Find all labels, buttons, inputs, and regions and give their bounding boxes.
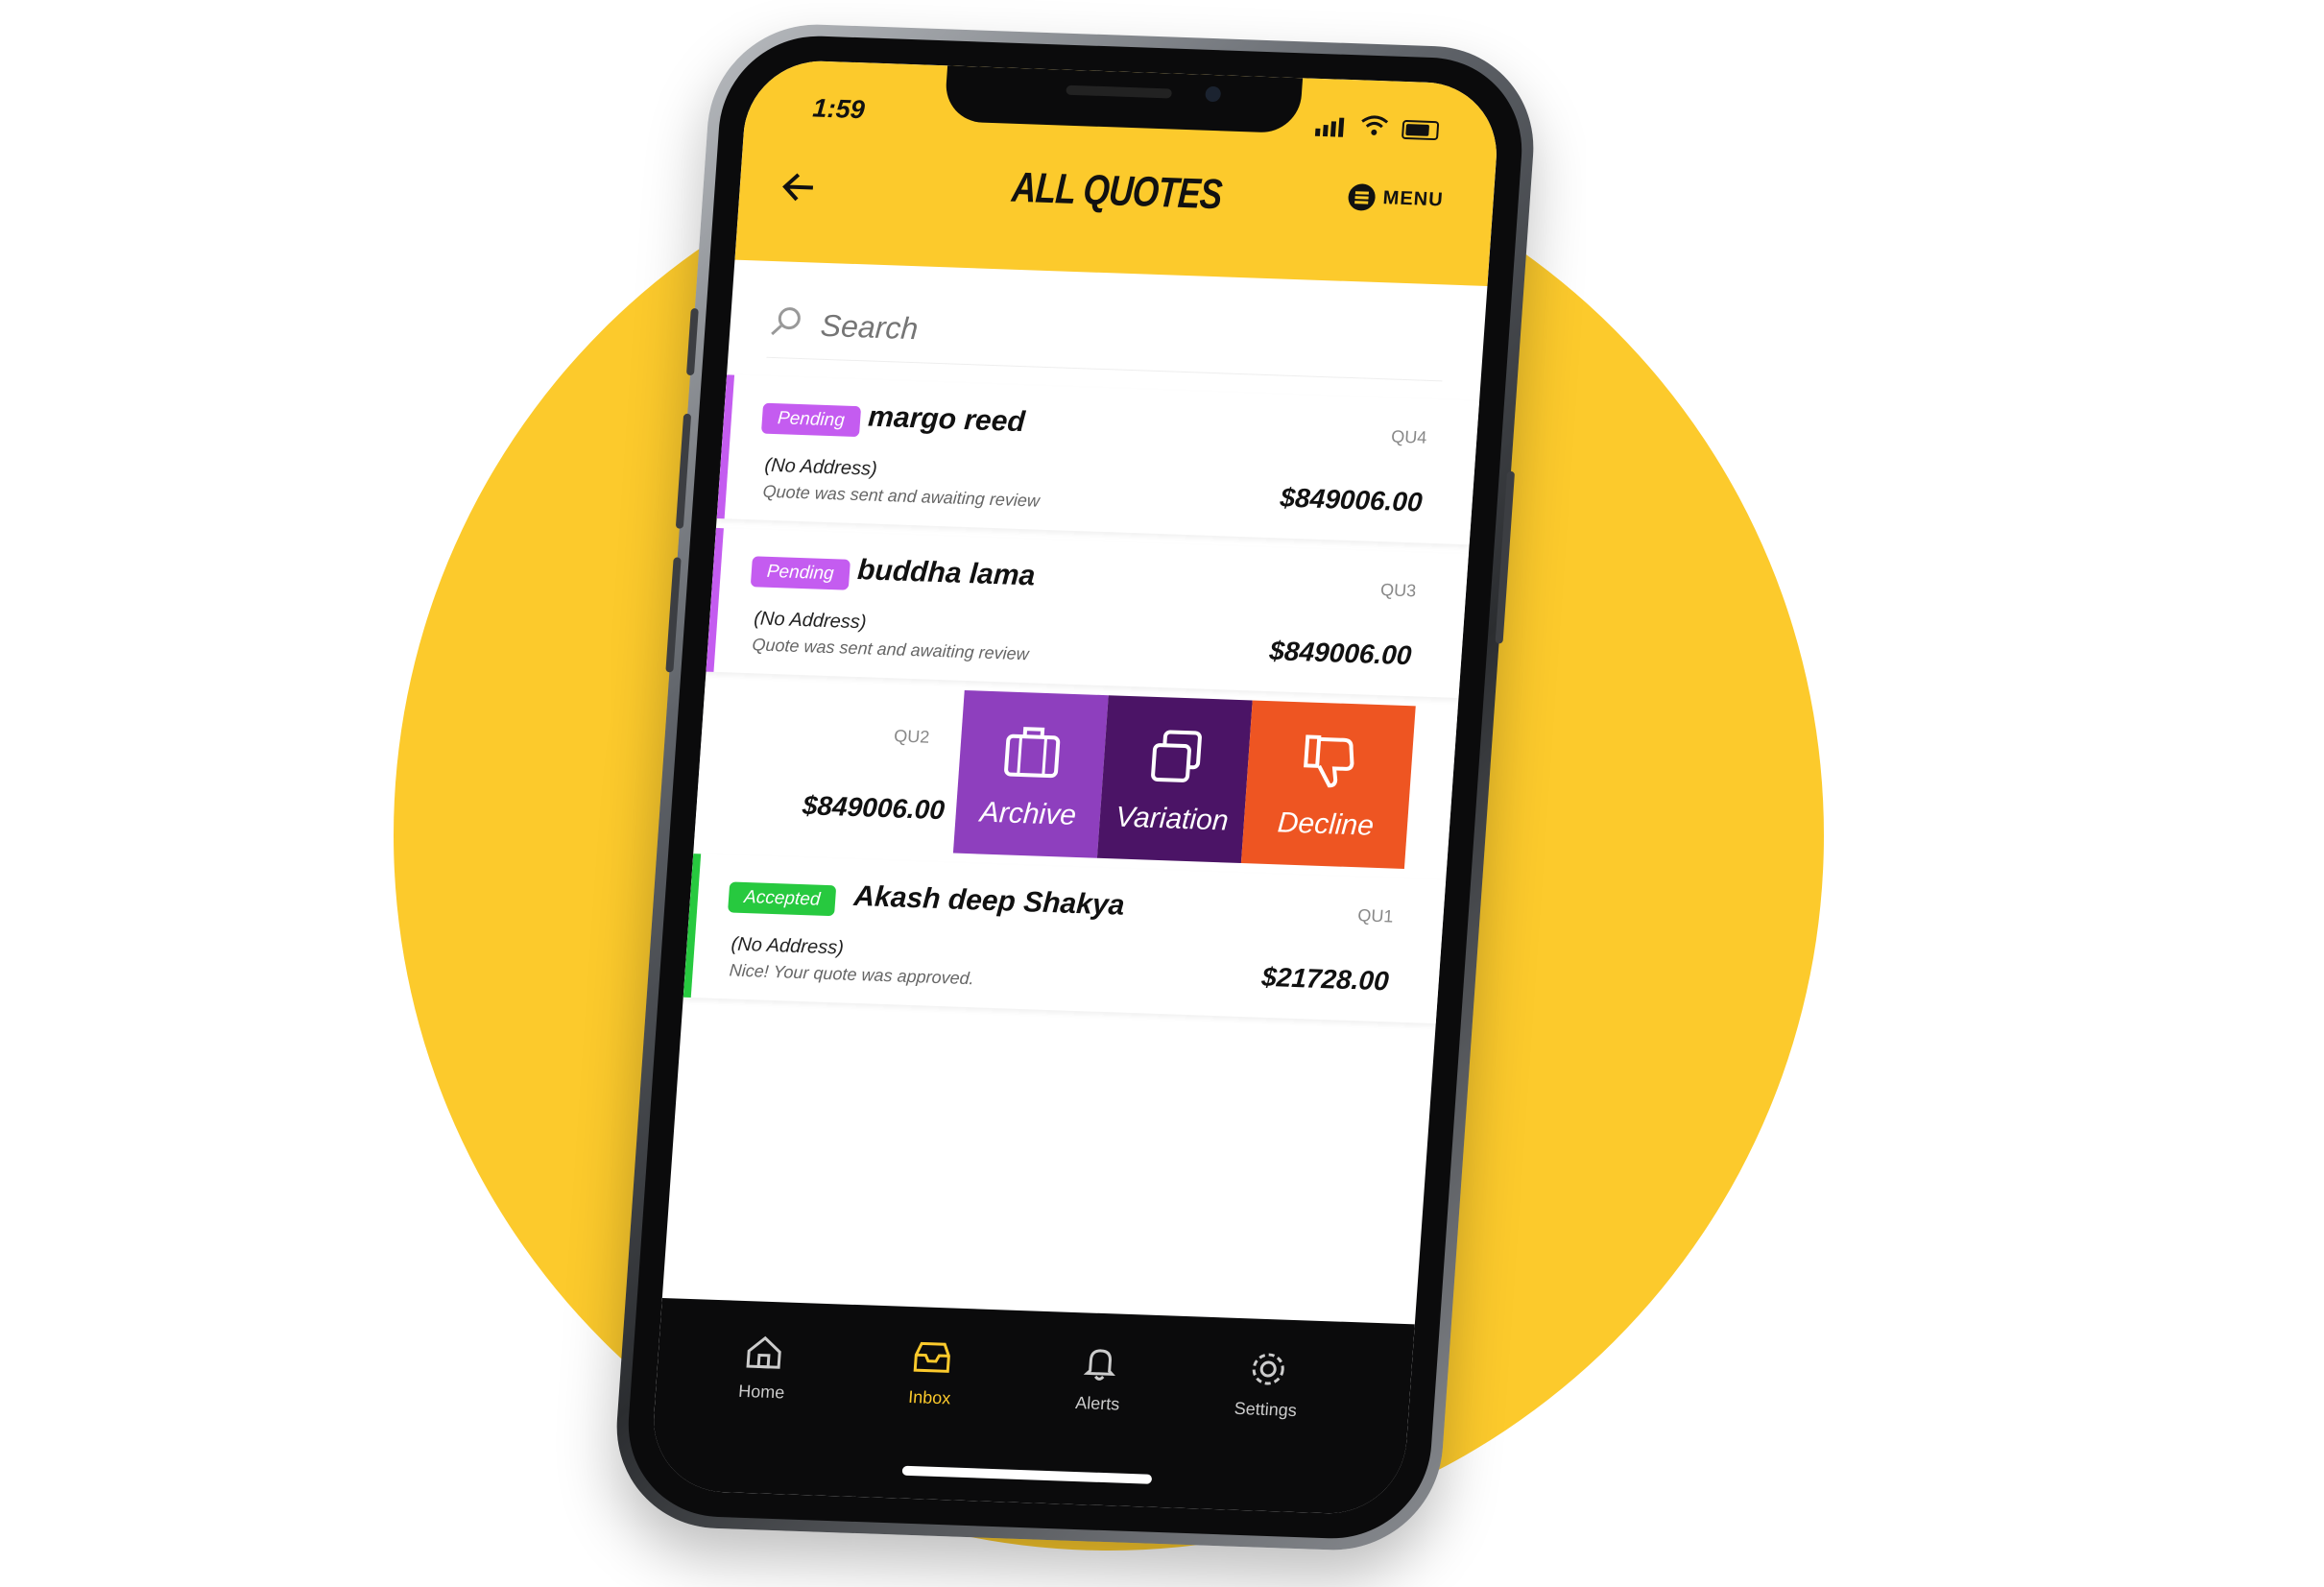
status-icons bbox=[1314, 113, 1440, 143]
phone-screen: 1:59 ALL QUOTES MENU Search Pending marg… bbox=[648, 59, 1502, 1516]
copy-icon bbox=[1151, 730, 1202, 782]
tab-alerts[interactable]: Alerts bbox=[1030, 1340, 1169, 1417]
status-badge: Pending bbox=[750, 556, 851, 590]
menu-label: MENU bbox=[1381, 186, 1445, 210]
archive-button[interactable]: Archive bbox=[952, 689, 1109, 858]
quote-amount: $849006.00 bbox=[1279, 482, 1424, 517]
quote-amount: $849006.00 bbox=[1268, 636, 1413, 671]
quote-id: QU1 bbox=[1356, 905, 1395, 926]
quote-amount: $21728.00 bbox=[1260, 961, 1390, 997]
menu-button[interactable]: MENU bbox=[1347, 182, 1445, 213]
tab-inbox[interactable]: Inbox bbox=[862, 1334, 1001, 1410]
quote-card-swiped[interactable]: QU2 $849006.00 Archive Variation Decline bbox=[693, 681, 1458, 871]
home-icon bbox=[746, 1335, 781, 1369]
quote-description: Quote was sent and awaiting review bbox=[751, 635, 1030, 664]
tab-settings[interactable]: Settings bbox=[1198, 1346, 1337, 1423]
quote-card[interactable]: Pending margo reed QU4 (No Address) Quot… bbox=[716, 374, 1480, 545]
client-address: (No Address) bbox=[763, 454, 878, 480]
page-title: ALL QUOTES bbox=[1010, 163, 1224, 219]
quote-card[interactable]: Pending buddha lama QU3 (No Address) Quo… bbox=[706, 527, 1469, 698]
decline-label: Decline bbox=[1276, 806, 1376, 842]
tab-label: Home bbox=[737, 1381, 785, 1403]
home-indicator[interactable] bbox=[901, 1465, 1153, 1484]
front-camera bbox=[1205, 85, 1222, 103]
thumbs-down-icon bbox=[1304, 734, 1354, 788]
decline-button[interactable]: Decline bbox=[1240, 700, 1416, 869]
bell-icon bbox=[1083, 1349, 1115, 1381]
phone-device: 1:59 ALL QUOTES MENU Search Pending marg… bbox=[610, 20, 1541, 1554]
quote-description: Nice! Your quote was approved. bbox=[729, 960, 975, 989]
quote-id: QU3 bbox=[1379, 580, 1417, 601]
briefcase-icon bbox=[1004, 727, 1061, 779]
search-input[interactable] bbox=[817, 306, 1401, 365]
client-address: (No Address) bbox=[730, 933, 845, 959]
signal-icon bbox=[1314, 116, 1347, 137]
variation-button[interactable]: Variation bbox=[1096, 695, 1253, 864]
inbox-icon bbox=[913, 1341, 950, 1373]
archive-label: Archive bbox=[978, 796, 1078, 831]
status-time: 1:59 bbox=[811, 93, 866, 125]
status-badge: Accepted bbox=[728, 881, 837, 917]
battery-icon bbox=[1401, 119, 1440, 140]
wifi-icon bbox=[1359, 114, 1390, 141]
quote-id: QU2 bbox=[893, 726, 930, 747]
bottom-tab-bar: Home Inbox Alerts Settings bbox=[648, 1297, 1415, 1516]
client-name: margo reed bbox=[867, 400, 1026, 439]
tab-home[interactable]: Home bbox=[694, 1328, 833, 1405]
variation-label: Variation bbox=[1114, 801, 1230, 837]
quote-card[interactable]: Accepted Akash deep Shakya QU1 (No Addre… bbox=[683, 854, 1447, 1024]
tab-label: Alerts bbox=[1074, 1393, 1120, 1414]
client-name: buddha lama bbox=[856, 554, 1037, 592]
status-badge: Pending bbox=[760, 402, 861, 438]
earpiece bbox=[1066, 84, 1172, 99]
tab-label: Inbox bbox=[907, 1386, 951, 1408]
client-address: (No Address) bbox=[753, 608, 868, 634]
quote-id: QU4 bbox=[1390, 426, 1427, 447]
tab-label: Settings bbox=[1234, 1398, 1298, 1421]
client-name: Akash deep Shakya bbox=[852, 879, 1126, 922]
search-bar[interactable] bbox=[766, 289, 1448, 382]
search-icon bbox=[767, 303, 804, 344]
hamburger-circle-icon bbox=[1347, 182, 1377, 211]
gear-icon bbox=[1252, 1353, 1284, 1385]
quote-description: Quote was sent and awaiting review bbox=[762, 481, 1041, 511]
quote-amount: $849006.00 bbox=[801, 790, 946, 826]
